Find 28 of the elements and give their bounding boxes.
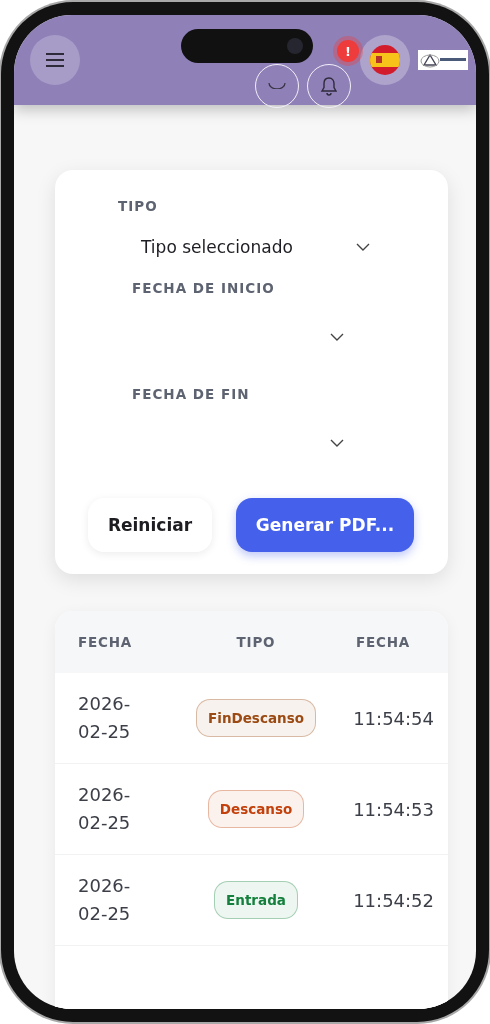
chevron-down-icon bbox=[330, 439, 344, 447]
date-cell-text: 2026-02-25 bbox=[78, 874, 132, 926]
generate-pdf-button[interactable]: Generar PDF... bbox=[236, 498, 414, 552]
menu-icon bbox=[45, 52, 65, 68]
chevron-down-icon bbox=[330, 333, 344, 341]
time-cell: 11:54:54 bbox=[353, 707, 434, 729]
reset-button[interactable]: Reiniciar bbox=[88, 498, 212, 552]
menu-button[interactable] bbox=[30, 35, 80, 85]
type-tag: Entrada bbox=[214, 881, 298, 919]
time-cell: 11:54:53 bbox=[353, 798, 434, 820]
bell-icon bbox=[320, 76, 338, 96]
date-cell-text: 2026-02-25 bbox=[78, 783, 132, 835]
field-label: FECHA DE FIN bbox=[132, 386, 250, 402]
type-tag: Descanso bbox=[207, 790, 305, 828]
notification-badge: ! bbox=[337, 40, 359, 62]
column-header: FECHA bbox=[355, 634, 410, 650]
type-select[interactable]: Tipo seleccionado bbox=[88, 214, 416, 280]
chevron-down-icon bbox=[356, 243, 370, 251]
language-button[interactable] bbox=[360, 35, 410, 85]
field-label: TIPO bbox=[118, 198, 158, 214]
logo-icon bbox=[418, 50, 468, 70]
column-header: TIPO bbox=[236, 634, 276, 650]
column-header: FECHA bbox=[78, 634, 133, 650]
spain-flag-icon bbox=[370, 45, 400, 75]
date-cell-text: 2026-02-25 bbox=[78, 692, 132, 744]
type-tag: FinDescanso bbox=[196, 699, 316, 737]
field-label: FECHA DE INICIO bbox=[132, 280, 275, 296]
time-cell: 11:54:52 bbox=[353, 889, 434, 911]
